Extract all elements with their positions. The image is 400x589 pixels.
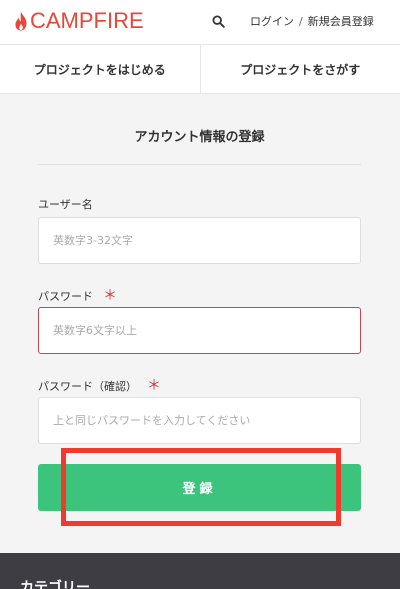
username-label: ユーザー名 bbox=[38, 198, 93, 211]
login-link[interactable]: ログイン bbox=[250, 15, 294, 28]
logo[interactable]: CAMPFIRE bbox=[14, 9, 144, 33]
form-title: アカウント情報の登録 bbox=[134, 130, 265, 145]
register-link[interactable]: 新規会員登録 bbox=[308, 15, 374, 28]
required-mark: ＊ bbox=[147, 378, 161, 394]
flame-icon bbox=[15, 12, 27, 31]
username-field[interactable] bbox=[38, 217, 361, 264]
tab-start-project[interactable]: プロジェクトをはじめる bbox=[0, 45, 200, 93]
tab-find-project[interactable]: プロジェクトをさがす bbox=[199, 45, 400, 93]
header-separator: / bbox=[299, 15, 303, 28]
password-confirm-label-row: パスワード（確認） ＊ bbox=[38, 375, 161, 395]
password-label: パスワード bbox=[38, 290, 93, 303]
password-field[interactable] bbox=[38, 307, 361, 354]
header-links: ログイン / 新規会員登録 bbox=[250, 13, 374, 29]
footer: カテゴリー bbox=[0, 553, 400, 589]
site-header: CAMPFIRE ログイン / 新規会員登録 bbox=[0, 0, 400, 44]
category-title: カテゴリー bbox=[20, 580, 90, 589]
password-confirm-label: パスワード（確認） bbox=[38, 380, 137, 393]
search-icon[interactable] bbox=[212, 15, 225, 28]
project-tabs: プロジェクトをはじめる プロジェクトをさがす bbox=[0, 44, 400, 94]
logo-text: CAMPFIRE bbox=[30, 8, 144, 33]
register-button[interactable]: 登録 bbox=[38, 464, 361, 511]
required-mark: ＊ bbox=[103, 288, 117, 304]
password-label-row: パスワード ＊ bbox=[38, 285, 117, 305]
title-divider bbox=[38, 164, 361, 165]
password-confirm-field[interactable] bbox=[38, 397, 361, 444]
